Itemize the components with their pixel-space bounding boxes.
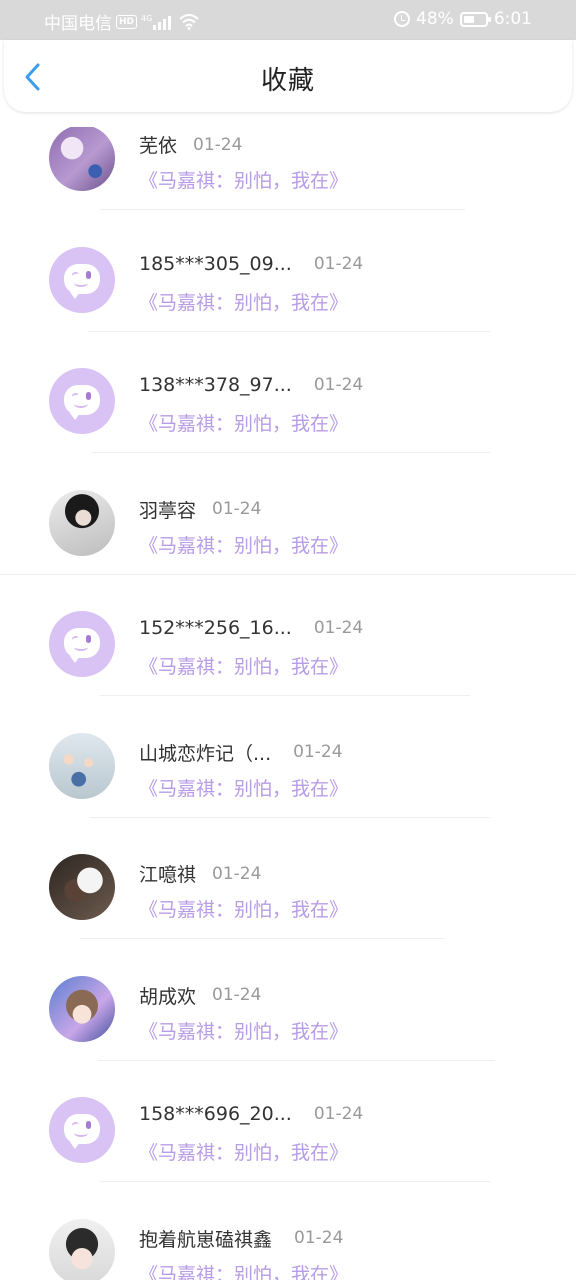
work-title-link[interactable]: 《马嘉祺：别怕，我在》 — [139, 774, 348, 801]
work-title-link[interactable]: 《马嘉祺：别怕，我在》 — [139, 1260, 348, 1280]
avatar[interactable] — [49, 127, 115, 191]
user-name[interactable]: 152***256_16... — [139, 617, 292, 639]
user-name[interactable]: 羽葶容 — [139, 496, 196, 523]
battery-percent: 48% — [416, 9, 454, 29]
avatar[interactable] — [49, 975, 115, 1042]
user-name[interactable]: 185***305_09... — [139, 253, 292, 275]
work-title-link[interactable]: 《马嘉祺：别怕，我在》 — [139, 1138, 348, 1165]
avatar[interactable] — [49, 732, 115, 799]
favorite-date: 01-24 — [293, 742, 343, 762]
signal-icon: 4G — [141, 13, 172, 30]
favorite-date: 01-24 — [313, 253, 364, 274]
work-title-link[interactable]: 《马嘉祺：别怕，我在》 — [139, 652, 348, 679]
name-row: 羽葶容 01-24 — [139, 496, 261, 523]
page-header: 收藏 — [4, 40, 572, 112]
status-bar: 中国电信 HD 4G 48% 6:01 — [0, 0, 576, 40]
default-avatar-chat-icon[interactable] — [49, 611, 115, 677]
chat-bubble-icon — [64, 1114, 100, 1149]
name-row: 江噫祺 01-24 — [139, 860, 261, 887]
favorite-item[interactable]: 152***256_16... 01-24 《马嘉祺：别怕，我在》 — [0, 611, 576, 732]
favorite-item[interactable]: 山城恋炸记（... 01-24 《马嘉祺：别怕，我在》 — [0, 732, 576, 854]
name-row: 152***256_16... 01-24 — [139, 617, 363, 639]
work-title-link[interactable]: 《马嘉祺：别怕，我在》 — [139, 1017, 348, 1044]
user-name[interactable]: 山城恋炸记（... — [139, 739, 271, 766]
work-title-link[interactable]: 《马嘉祺：别怕，我在》 — [139, 895, 348, 922]
carrier-label: 中国电信 — [44, 14, 112, 34]
chat-bubble-icon — [64, 628, 100, 663]
network-type-label: 4G — [141, 13, 153, 23]
work-title-link[interactable]: 《马嘉祺：别怕，我在》 — [139, 288, 348, 315]
wifi-icon — [179, 13, 199, 30]
name-row: 胡成欢 01-24 — [139, 982, 261, 1009]
user-name[interactable]: 江噫祺 — [139, 860, 196, 887]
favorite-date: 01-24 — [212, 985, 262, 1005]
favorite-item[interactable]: 羽葶容 01-24 《马嘉祺：别怕，我在》 — [0, 489, 576, 611]
favorite-item[interactable]: 抱着航崽磕祺鑫 01-24 《马嘉祺：别怕，我在》 — [0, 1218, 576, 1280]
item-divider — [98, 1059, 495, 1061]
user-name[interactable]: 158***696_20... — [139, 1103, 292, 1125]
item-divider — [92, 452, 490, 453]
favorite-item[interactable]: 185***305_09... 01-24 《马嘉祺：别怕，我在》 — [0, 246, 576, 368]
favorite-item[interactable]: 芜依 01-24 《马嘉祺：别怕，我在》 — [0, 127, 576, 246]
favorite-item[interactable]: 江噫祺 01-24 《马嘉祺：别怕，我在》 — [0, 854, 576, 975]
item-divider — [88, 330, 490, 332]
item-divider — [0, 573, 576, 575]
default-avatar-chat-icon[interactable] — [49, 368, 115, 434]
favorite-date: 01-24 — [313, 618, 364, 638]
default-avatar-chat-icon[interactable] — [49, 246, 115, 313]
clock: 6:01 — [493, 9, 532, 29]
favorite-item[interactable]: 胡成欢 01-24 《马嘉祺：别怕，我在》 — [0, 975, 576, 1097]
default-avatar-chat-icon[interactable] — [49, 1097, 115, 1163]
hd-icon: HD — [116, 14, 138, 29]
user-name[interactable]: 芜依 — [139, 131, 177, 158]
favorite-date: 01-24 — [212, 499, 262, 519]
status-left: 中国电信 HD 4G — [44, 9, 199, 34]
chat-bubble-icon — [64, 385, 100, 420]
item-divider — [80, 938, 445, 939]
avatar[interactable] — [49, 1218, 115, 1280]
status-right: 48% 6:01 — [394, 9, 532, 29]
favorite-date: 01-24 — [313, 375, 364, 395]
name-row: 138***378_97... 01-24 — [139, 374, 363, 396]
work-title-link[interactable]: 《马嘉祺：别怕，我在》 — [139, 531, 348, 558]
user-name[interactable]: 抱着航崽磕祺鑫 — [139, 1225, 272, 1252]
favorite-date: 01-24 — [212, 863, 262, 884]
page-title: 收藏 — [260, 66, 315, 96]
favorite-date: 01-24 — [294, 1228, 344, 1248]
alarm-icon — [394, 11, 411, 27]
item-divider — [90, 816, 490, 818]
user-name[interactable]: 胡成欢 — [139, 982, 196, 1009]
favorite-item[interactable]: 158***696_20... 01-24 《马嘉祺：别怕，我在》 — [0, 1097, 576, 1218]
item-divider — [100, 695, 470, 696]
favorites-list: 芜依 01-24 《马嘉祺：别怕，我在》 185***305_09... 01-… — [0, 127, 576, 1280]
avatar[interactable] — [49, 854, 115, 920]
avatar[interactable] — [49, 489, 115, 556]
user-name[interactable]: 138***378_97... — [139, 374, 292, 396]
work-title-link[interactable]: 《马嘉祺：别怕，我在》 — [139, 409, 348, 436]
item-divider — [100, 209, 465, 210]
name-row: 185***305_09... 01-24 — [139, 253, 363, 275]
favorite-item[interactable]: 138***378_97... 01-24 《马嘉祺：别怕，我在》 — [0, 368, 576, 489]
work-title-link[interactable]: 《马嘉祺：别怕，我在》 — [139, 166, 348, 193]
favorite-date: 01-24 — [313, 1104, 364, 1124]
name-row: 山城恋炸记（... 01-24 — [139, 739, 343, 766]
name-row: 芜依 01-24 — [139, 131, 242, 158]
chat-bubble-icon — [64, 263, 100, 299]
name-row: 抱着航崽磕祺鑫 01-24 — [139, 1225, 343, 1252]
item-divider — [100, 1181, 490, 1182]
favorite-date: 01-24 — [193, 134, 243, 155]
battery-icon — [459, 11, 491, 27]
name-row: 158***696_20... 01-24 — [139, 1103, 363, 1125]
